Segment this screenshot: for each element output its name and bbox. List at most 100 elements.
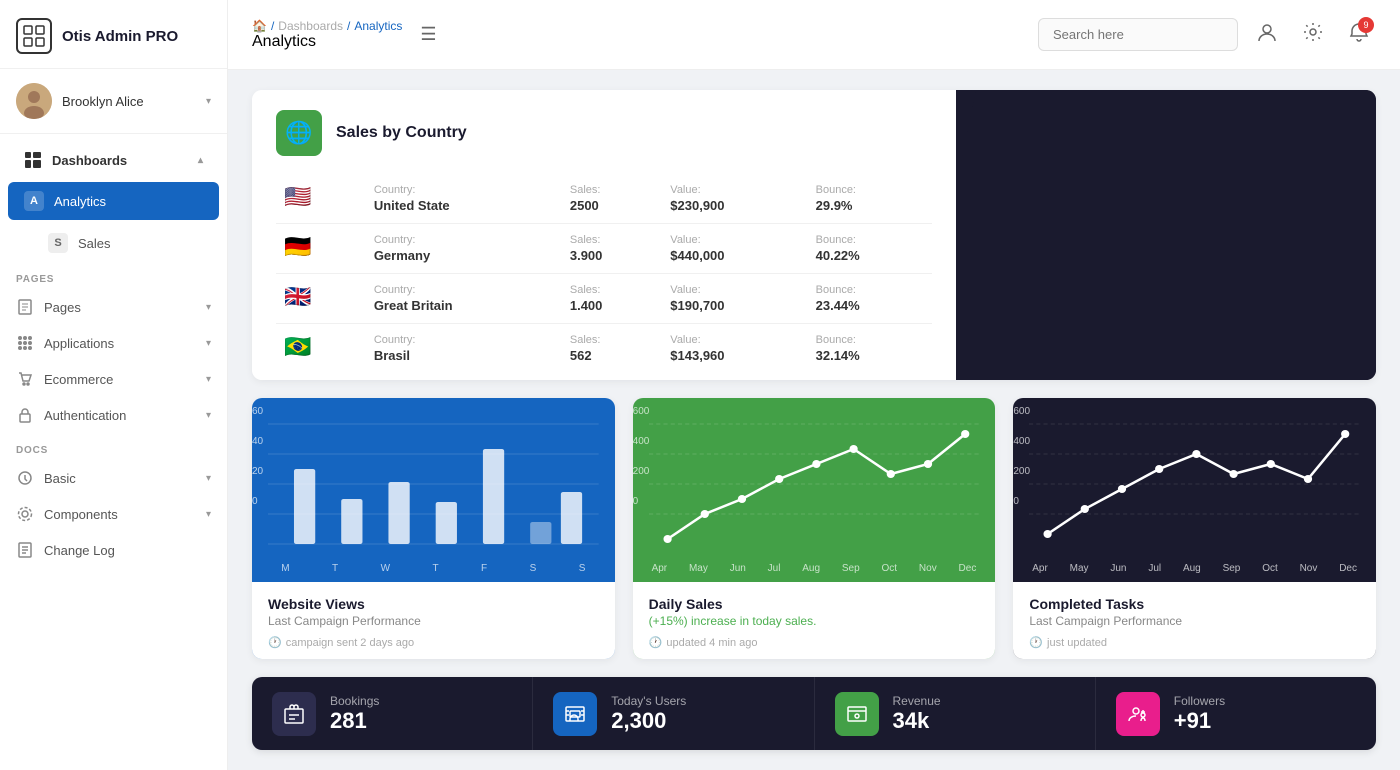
sales-globe-icon: 🌐 xyxy=(276,110,322,156)
breadcrumb-analytics: Analytics xyxy=(354,19,402,33)
revenue-text: Revenue 34k xyxy=(893,694,941,734)
chevron-down-icon: ▾ xyxy=(206,96,211,107)
sidebar-item-analytics[interactable]: A Analytics xyxy=(8,182,219,220)
authentication-label: Authentication xyxy=(44,408,196,423)
analytics-nav-icon: A xyxy=(24,191,44,211)
pages-icon xyxy=(16,298,34,316)
notification-badge: 9 xyxy=(1358,17,1374,33)
basic-icon xyxy=(16,469,34,487)
sidebar-item-pages[interactable]: Pages ▾ xyxy=(0,289,227,325)
country-sales: Sales: 3.900 xyxy=(562,224,662,274)
components-label: Components xyxy=(44,507,196,522)
country-value: Value: $190,700 xyxy=(662,274,807,324)
settings-icon-button[interactable] xyxy=(1296,15,1330,54)
sidebar-item-ecommerce[interactable]: Ecommerce ▾ xyxy=(0,361,227,397)
user-name: Brooklyn Alice xyxy=(62,94,196,109)
sidebar: Otis Admin PRO Brooklyn Alice ▾ Das xyxy=(0,0,228,770)
country-bounce: Bounce: 23.44% xyxy=(808,274,932,324)
map-overlay xyxy=(916,90,1376,380)
country-flag: 🇬🇧 xyxy=(276,274,366,324)
clock-icon-tasks: 🕐 xyxy=(1029,636,1043,649)
country-bounce: Bounce: 32.14% xyxy=(808,324,932,374)
country-flag: 🇧🇷 xyxy=(276,324,366,374)
sales-table-section: 🌐 Sales by Country 🇺🇸 Country: United St… xyxy=(252,90,956,380)
clock-icon: 🕐 xyxy=(268,636,282,649)
website-views-subtitle: Last Campaign Performance xyxy=(268,614,599,628)
chevron-down-icon-apps: ▾ xyxy=(206,338,211,349)
changelog-label: Change Log xyxy=(44,543,211,558)
user-profile[interactable]: Brooklyn Alice ▾ xyxy=(0,69,227,134)
completed-tasks-chart: 600 400 200 0 xyxy=(1013,398,1376,559)
main-content: 🏠 / Dashboards / Analytics Analytics ☰ 9 xyxy=(228,0,1400,770)
country-sales: Sales: 562 xyxy=(562,324,662,374)
dashboards-icon xyxy=(24,151,42,169)
table-row: 🇺🇸 Country: United State Sales: 2500 Val… xyxy=(276,174,932,224)
bookings-label: Bookings xyxy=(330,694,379,708)
website-views-card: 60 40 20 0 MTWTFSS Website Views Last Ca… xyxy=(252,398,615,659)
sidebar-item-sales[interactable]: S Sales xyxy=(0,224,227,262)
completed-tasks-footer: Completed Tasks Last Campaign Performanc… xyxy=(1013,582,1376,659)
sidebar-item-applications[interactable]: Applications ▾ xyxy=(0,325,227,361)
hamburger-button[interactable]: ☰ xyxy=(414,18,442,51)
applications-icon xyxy=(16,334,34,352)
breadcrumb-dashboards[interactable]: Dashboards xyxy=(278,19,343,33)
country-value: Value: $143,960 xyxy=(662,324,807,374)
bookings-text: Bookings 281 xyxy=(330,694,379,734)
sidebar-item-dashboards[interactable]: Dashboards ▴ xyxy=(8,142,219,178)
sales-nav-icon: S xyxy=(48,233,68,253)
breadcrumb: 🏠 / Dashboards / Analytics Analytics xyxy=(252,19,402,51)
authentication-icon xyxy=(16,406,34,424)
search-input[interactable] xyxy=(1038,18,1238,51)
bookings-value: 281 xyxy=(330,708,379,734)
country-bounce: Bounce: 40.22% xyxy=(808,224,932,274)
website-views-update: 🕐 campaign sent 2 days ago xyxy=(268,636,599,649)
today-users-value: 2,300 xyxy=(611,708,686,734)
chart-row: 60 40 20 0 MTWTFSS Website Views Last Ca… xyxy=(252,398,1376,659)
ecommerce-label: Ecommerce xyxy=(44,372,196,387)
website-views-title: Website Views xyxy=(268,596,599,612)
breadcrumb-sep1: / xyxy=(271,19,274,33)
sales-label: Sales xyxy=(78,236,211,251)
clock-icon-sales: 🕐 xyxy=(649,636,663,649)
avatar xyxy=(16,83,52,119)
daily-sales-footer: Daily Sales (+15%) increase in today sal… xyxy=(633,582,996,659)
revenue-value: 34k xyxy=(893,708,941,734)
changelog-icon xyxy=(16,541,34,559)
revenue-icon xyxy=(835,692,879,736)
daily-sales-chart: 600 400 200 0 xyxy=(633,398,996,559)
components-icon xyxy=(16,505,34,523)
country-sales: Sales: 2500 xyxy=(562,174,662,224)
chevron-down-icon-ecom: ▾ xyxy=(206,374,211,385)
page-title: Analytics xyxy=(252,33,402,51)
today-users-label: Today's Users xyxy=(611,694,686,708)
country-value: Value: $230,900 xyxy=(662,174,807,224)
table-row: 🇬🇧 Country: Great Britain Sales: 1.400 V… xyxy=(276,274,932,324)
website-views-x-labels: MTWTFSS xyxy=(252,559,615,582)
website-views-chart: 60 40 20 0 xyxy=(252,398,615,559)
country-sales: Sales: 1.400 xyxy=(562,274,662,324)
app-name: Otis Admin PRO xyxy=(62,28,178,45)
sidebar-item-changelog[interactable]: Change Log xyxy=(0,532,227,568)
sidebar-item-basic[interactable]: Basic ▾ xyxy=(0,460,227,496)
chevron-down-icon-auth: ▾ xyxy=(206,410,211,421)
table-row: 🇩🇪 Country: Germany Sales: 3.900 Value: … xyxy=(276,224,932,274)
sidebar-item-components[interactable]: Components ▾ xyxy=(0,496,227,532)
country-bounce: Bounce: 29.9% xyxy=(808,174,932,224)
stat-followers: Followers +91 xyxy=(1096,677,1376,750)
sidebar-item-authentication[interactable]: Authentication ▾ xyxy=(0,397,227,433)
country-name: Country: Germany xyxy=(366,224,562,274)
home-icon: 🏠 xyxy=(252,19,267,33)
notification-button[interactable]: 9 xyxy=(1342,15,1376,54)
chevron-down-icon: ▾ xyxy=(206,302,211,313)
followers-label: Followers xyxy=(1174,694,1225,708)
stat-bookings: Bookings 281 xyxy=(252,677,533,750)
revenue-label: Revenue xyxy=(893,694,941,708)
country-name: Country: Great Britain xyxy=(366,274,562,324)
chevron-up-icon: ▴ xyxy=(198,155,203,166)
bookings-icon xyxy=(272,692,316,736)
completed-tasks-x-labels: AprMayJunJulAugSepOctNovDec xyxy=(1013,559,1376,582)
header: 🏠 / Dashboards / Analytics Analytics ☰ 9 xyxy=(228,0,1400,70)
user-icon-button[interactable] xyxy=(1250,15,1284,54)
completed-tasks-title: Completed Tasks xyxy=(1029,596,1360,612)
applications-label: Applications xyxy=(44,336,196,351)
